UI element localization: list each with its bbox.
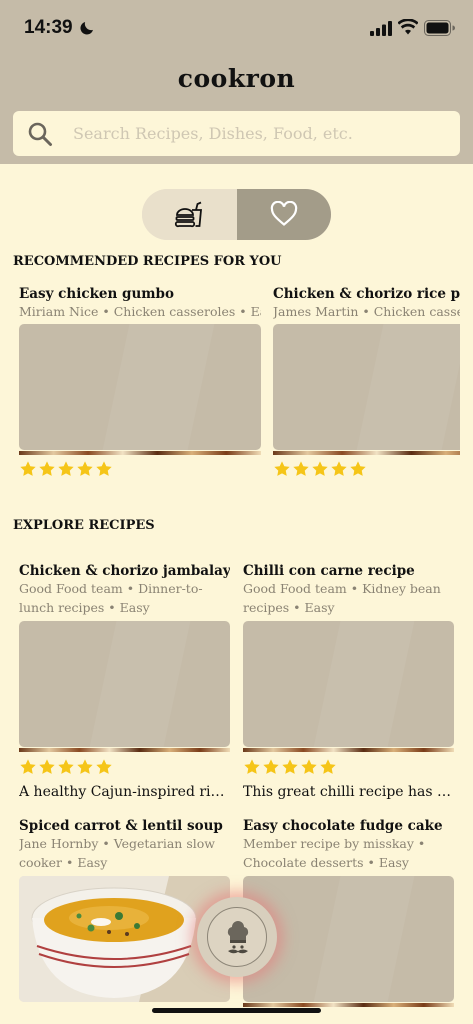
home-indicator[interactable] — [152, 1008, 321, 1013]
star-icon — [331, 461, 347, 476]
recommended-card[interactable]: Chicken & chorizo rice pot James Martin … — [273, 286, 460, 486]
star-icon — [263, 759, 279, 774]
star-icon — [274, 461, 290, 476]
status-time: 14:39 — [24, 17, 73, 38]
recipe-title: Chicken & chorizo rice pot — [273, 286, 460, 302]
image-strip — [19, 451, 261, 455]
recipe-title: Chicken & chorizo jambalaya — [19, 563, 230, 579]
explore-card[interactable]: Spiced carrot & lentil soup Jane Hornby … — [19, 818, 230, 1018]
star-icon — [350, 461, 366, 476]
battery-icon — [424, 20, 455, 36]
star-icon — [301, 759, 317, 774]
status-bar: 14:39 — [0, 0, 473, 56]
toggle-favorites-button[interactable] — [237, 189, 331, 240]
star-icon — [58, 759, 74, 774]
app-title: cookron — [177, 64, 296, 93]
star-icon — [320, 759, 336, 774]
rating-stars — [19, 460, 113, 478]
recipe-image — [19, 621, 230, 747]
search-bar[interactable] — [13, 111, 460, 156]
recipe-image — [243, 621, 454, 747]
star-icon — [39, 461, 55, 476]
heart-icon — [270, 201, 298, 226]
app-header: 14:39 cookron — [0, 0, 473, 164]
toggle-food-button[interactable] — [142, 189, 237, 240]
food-icon — [174, 201, 202, 228]
wifi-icon — [398, 19, 418, 35]
recipe-description: This great chilli recipe has to be one o… — [243, 784, 454, 800]
image-strip — [19, 748, 230, 752]
chef-fab-inner — [207, 907, 267, 967]
recipe-description: A healthy Cajun-inspired rice pot recipe… — [19, 784, 230, 800]
recipe-title: Chilli con carne recipe — [243, 563, 415, 579]
star-icon — [96, 759, 112, 774]
recipe-title: Easy chocolate fudge cake — [243, 818, 443, 834]
search-input[interactable] — [73, 111, 453, 156]
star-icon — [96, 461, 112, 476]
recipe-meta: James Martin • Chicken casseroles • Easy — [273, 304, 460, 319]
image-strip — [273, 451, 460, 455]
recipe-image — [273, 324, 460, 450]
recipe-meta: Good Food team • Dinner-to-lunch recipes… — [19, 581, 203, 615]
image-strip — [243, 1003, 454, 1007]
star-icon — [39, 759, 55, 774]
chef-fab-button[interactable] — [197, 897, 277, 977]
signal-icon — [370, 21, 392, 36]
recipe-title: Easy chicken gumbo — [19, 286, 175, 302]
explore-card[interactable]: Chicken & chorizo jambalaya Good Food te… — [19, 563, 230, 808]
star-icon — [58, 461, 74, 476]
recipe-meta: Member recipe by misskay • Chocolate des… — [243, 836, 426, 870]
star-icon — [20, 759, 36, 774]
explore-section-title: EXPLORE RECIPES — [13, 518, 155, 533]
star-icon — [282, 759, 298, 774]
star-icon — [293, 461, 309, 476]
chef-hat-icon — [227, 921, 249, 954]
rating-stars — [273, 460, 367, 478]
explore-card[interactable]: Easy chocolate fudge cake Member recipe … — [243, 818, 454, 1018]
recommended-card[interactable]: Easy chicken gumbo Miriam Nice • Chicken… — [19, 286, 261, 486]
recipe-meta: Good Food team • Kidney bean recipes • E… — [243, 581, 441, 615]
recommended-section-title: RECOMMENDED RECIPES FOR YOU — [13, 254, 282, 269]
star-icon — [77, 461, 93, 476]
recipe-meta: Jane Hornby • Vegetarian slow cooker • E… — [19, 836, 215, 870]
recipe-title: Spiced carrot & lentil soup — [19, 818, 223, 834]
rating-stars — [19, 758, 113, 776]
star-icon — [312, 461, 328, 476]
star-icon — [77, 759, 93, 774]
star-icon — [244, 759, 260, 774]
view-toggle[interactable] — [142, 189, 331, 240]
moon-icon — [80, 22, 93, 35]
recipe-image — [19, 324, 261, 450]
recipe-meta: Miriam Nice • Chicken casseroles • Easy — [19, 304, 261, 319]
rating-stars — [243, 758, 337, 776]
search-icon[interactable] — [27, 121, 53, 147]
image-strip — [243, 748, 454, 752]
explore-card[interactable]: Chilli con carne recipe Good Food team •… — [243, 563, 454, 808]
star-icon — [20, 461, 36, 476]
